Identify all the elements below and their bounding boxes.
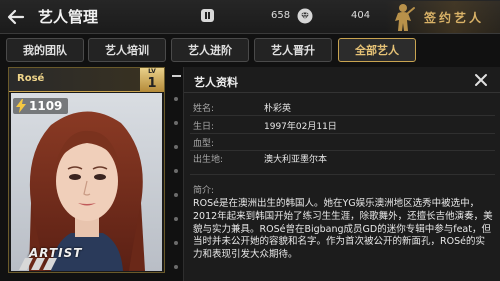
close-icon[interactable]: [473, 72, 489, 88]
pause-icon[interactable]: [201, 9, 214, 22]
card-header: Rosé LV 1: [9, 68, 164, 92]
back-arrow-icon[interactable]: [6, 7, 26, 27]
tab-artist-training[interactable]: 艺人培训: [88, 38, 166, 62]
level-badge: LV 1: [140, 68, 164, 92]
divider-dot: [174, 121, 178, 125]
divider-dot: [174, 169, 178, 173]
divider-dot: [174, 241, 178, 245]
power-value: 1109: [29, 99, 63, 113]
divider-dot: [174, 217, 178, 221]
intro-text: ROSé是在澳洲出生的韩国人。她在YG娱乐澳洲地区选秀中被选中，2012年起来到…: [193, 198, 493, 261]
tab-my-team[interactable]: 我的团队: [6, 38, 84, 62]
stat-2-value: 404: [351, 10, 371, 21]
level-value: 1: [147, 76, 157, 91]
tab-artist-advance[interactable]: 艺人进阶: [171, 38, 249, 62]
power-stat: 1109: [13, 98, 69, 114]
birthplace-value: 澳大利亚墨尔本: [264, 155, 328, 165]
field-divider: [190, 150, 495, 151]
divider-dot: [174, 265, 178, 269]
artist-card: Rosé LV 1 1109 ARTIST: [8, 67, 165, 273]
signed-artists-button[interactable]: 签约艺人: [386, 1, 500, 33]
top-bar: 艺人管理 658 404 签约艺人: [0, 0, 500, 34]
signed-artists-label: 签约艺人: [424, 11, 485, 25]
divider-dot: [174, 145, 178, 149]
divider-dash: [172, 75, 181, 77]
name-value: 朴彩英: [264, 104, 292, 114]
stat-1-value: 658: [271, 10, 291, 21]
intro-label: 简介:: [193, 186, 215, 196]
page-title: 艺人管理: [38, 8, 99, 26]
field-divider: [190, 115, 495, 116]
blood-type-label: 血型:: [193, 139, 215, 149]
divider-dot: [174, 193, 178, 197]
section-divider: [190, 174, 495, 175]
info-title: 艺人资料: [194, 76, 238, 89]
info-header: 艺人资料: [184, 67, 500, 93]
artist-portrait: [11, 93, 162, 271]
silhouette-icon: [395, 4, 415, 31]
bolt-icon: [16, 99, 26, 113]
birthplace-label: 出生地:: [193, 155, 224, 165]
diamond-icon: [297, 8, 313, 24]
name-label: 姓名:: [193, 104, 215, 114]
birthday-label: 生日:: [193, 122, 215, 132]
card-artist-name: Rosé: [17, 73, 45, 84]
tab-artist-promotion[interactable]: 艺人晋升: [254, 38, 332, 62]
level-label: LV: [148, 68, 156, 75]
tab-all-artists[interactable]: 全部艺人: [338, 38, 416, 62]
tab-bar: 我的团队 艺人培训 艺人进阶 艺人晋升 全部艺人: [0, 36, 500, 66]
birthday-value: 1997年02月11日: [264, 122, 337, 132]
divider-dot: [174, 97, 178, 101]
divider-rail: [169, 71, 183, 273]
artist-info-panel: 艺人资料 姓名: 朴彩英 生日: 1997年02月11日 血型: 出生地: 澳大…: [183, 67, 500, 281]
field-divider: [190, 133, 495, 134]
stripe-decoration-icon: [19, 258, 57, 270]
